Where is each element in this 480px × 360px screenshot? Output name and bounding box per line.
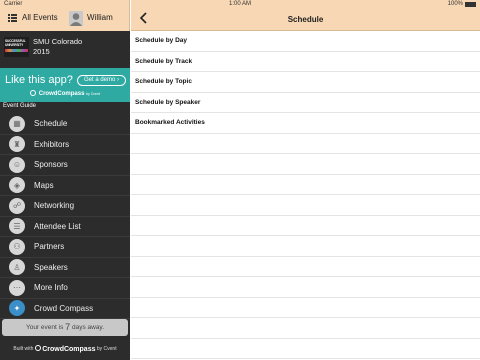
sidebar-item-label: Speakers	[34, 262, 68, 272]
empty-list-row	[131, 154, 480, 175]
event-countdown: Your event is 7 days away.	[2, 319, 128, 336]
battery-icon	[465, 1, 476, 7]
list-item[interactable]: Schedule by Topic	[131, 72, 480, 93]
sidebar-item-label: Schedule	[34, 119, 68, 129]
sidebar-item-label: Partners	[34, 242, 65, 252]
sidebar-item-label: Sponsors	[34, 160, 68, 170]
compass-logo-icon	[34, 345, 41, 351]
calendar-icon: ▦	[9, 115, 25, 132]
event-name: SMU Colorado 2015	[33, 37, 82, 56]
promo-banner[interactable]: Like this app? Get a demo › CrowdCompass…	[0, 68, 130, 102]
sidebar-item-exhibitors[interactable]: ♜ Exhibitors	[0, 135, 130, 155]
empty-list-row	[131, 175, 480, 195]
compass-logo-icon	[30, 90, 37, 96]
empty-list-row	[131, 257, 480, 277]
list-item[interactable]: Schedule by Speaker	[131, 93, 480, 113]
sidebar-item-label: Networking	[34, 201, 75, 211]
sidebar-item-label: Crowd Compass	[34, 303, 94, 313]
empty-list-row	[131, 277, 480, 298]
compass-icon: ✦	[9, 300, 25, 317]
built-with-suffix: by Cvent	[96, 346, 117, 352]
sidebar-item-sponsors[interactable]: ☺ Sponsors	[0, 155, 130, 176]
exhibitor-icon: ♜	[9, 136, 25, 153]
event-logo-text: SUCCESSFUL UNIVERSITY	[5, 39, 26, 47]
sidebar-item-label: Attendee List	[34, 221, 81, 231]
battery-indicator: 100%	[448, 1, 476, 7]
sidebar-item-networking[interactable]: ☍ Networking	[0, 196, 130, 217]
partners-icon: ⚇	[9, 238, 25, 255]
empty-list-row	[131, 339, 480, 359]
empty-list-row	[131, 318, 480, 339]
sidebar-item-maps[interactable]: ◈ Maps	[0, 176, 130, 196]
countdown-suffix: days away.	[71, 324, 105, 331]
sidebar-item-more-info[interactable]: ⋯ More Info	[0, 278, 130, 299]
speaker-icon: ♙	[9, 259, 25, 276]
sidebar-nav: ▦ Schedule ♜ Exhibitors ☺ Sponsors ◈ Maps ☍ Netwo…	[0, 114, 130, 319]
sidebar-item-crowd-compass[interactable]: ✦ Crowd Compass	[0, 299, 130, 319]
empty-list-row	[131, 216, 480, 236]
info-icon: ⋯	[9, 279, 25, 296]
built-with-brand: CrowdCompass	[42, 346, 96, 353]
sidebar-item-speakers[interactable]: ♙ Speakers	[0, 258, 130, 278]
banner-brand: CrowdCompass by Cvent	[0, 90, 130, 97]
battery-percent: 100%	[447, 1, 463, 7]
empty-list-row	[131, 298, 480, 318]
avatar[interactable]	[69, 11, 83, 26]
status-bar: Carrier 1:00 AM 100%	[0, 0, 480, 9]
list-item[interactable]: Schedule by Day	[131, 31, 480, 52]
list-icon[interactable]	[8, 14, 17, 22]
banner-brand-sub: by Cvent	[86, 92, 100, 96]
page-title: Schedule	[287, 15, 324, 24]
empty-list-row	[131, 134, 480, 154]
sidebar-item-label: Exhibitors	[34, 139, 70, 149]
event-guide-label: Event Guide	[3, 103, 37, 109]
event-name-line2: 2015	[33, 46, 50, 56]
event-logo: SUCCESSFUL UNIVERSITY	[4, 37, 29, 57]
sidebar-item-partners[interactable]: ⚇ Partners	[0, 237, 130, 258]
countdown-prefix: Your event is	[25, 324, 64, 331]
event-name-line1: SMU Colorado	[33, 37, 83, 46]
empty-list-row	[131, 195, 480, 216]
sidebar-item-attendee-list[interactable]: ☰ Attendee List	[0, 217, 130, 237]
list-item[interactable]: Schedule by Track	[131, 52, 480, 72]
schedule-options-list: Schedule by Day Schedule by Track Schedule…	[131, 31, 480, 359]
attendee-icon: ☰	[9, 218, 25, 235]
banner-headline: Like this app?	[5, 74, 73, 86]
sidebar: All Events William SUCCESSFUL UNIVERSITY…	[0, 0, 130, 360]
countdown-days: 7	[65, 322, 71, 332]
empty-list-row	[131, 236, 480, 257]
sidebar-item-label: More Info	[34, 283, 68, 293]
built-with-footer: Built with CrowdCompass by Cvent	[0, 345, 130, 353]
networking-icon: ☍	[9, 197, 25, 214]
list-item[interactable]: Bookmarked Activities	[131, 113, 480, 134]
clock: 1:00 AM	[228, 1, 251, 7]
get-demo-button[interactable]: Get a demo ›	[77, 75, 126, 86]
sidebar-item-schedule[interactable]: ▦ Schedule	[0, 114, 130, 135]
sidebar-item-label: Maps	[34, 180, 54, 190]
map-icon: ◈	[9, 177, 25, 194]
all-events-link[interactable]: All Events	[22, 13, 58, 22]
banner-brand-name: CrowdCompass	[38, 91, 85, 97]
event-info[interactable]: SUCCESSFUL UNIVERSITY SMU Colorado 2015	[0, 31, 130, 68]
built-with-prefix: Built with	[13, 346, 34, 352]
sponsor-icon: ☺	[9, 156, 25, 173]
username[interactable]: William	[87, 13, 113, 22]
